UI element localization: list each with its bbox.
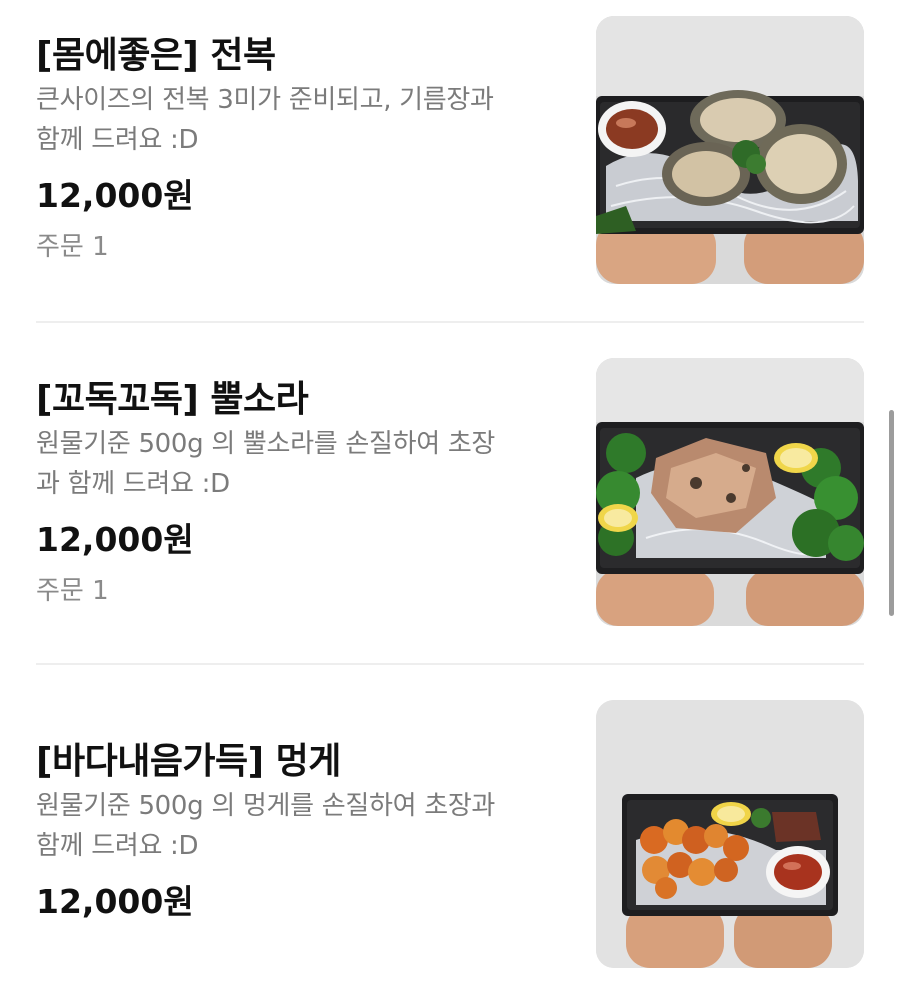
description-line: 원물기준 500g 의 뿔소라를 손질하여 초장: [36, 429, 496, 459]
turban-shell-dish-photo[interactable]: [596, 358, 864, 626]
divider: [36, 321, 864, 323]
menu-item-title: [몸에좋은] 전복: [36, 35, 276, 76]
abalone-dish-photo[interactable]: [596, 16, 864, 284]
description-line: 큰사이즈의 전복 3미가 준비되고, 기름장과: [36, 85, 494, 115]
menu-list: [몸에좋은] 전복 큰사이즈의 전복 3미가 준비되고, 기름장과 함께 드려요…: [0, 0, 900, 1008]
menu-item-text: [바다내음가득] 멍게 원물기준 500g 의 멍게를 손질하여 초장과 함께 …: [36, 738, 566, 926]
menu-item-title: [바다내음가득] 멍게: [36, 741, 341, 782]
menu-item-turban-shell[interactable]: [꼬독꼬독] 뿔소라 원물기준 500g 의 뿔소라를 손질하여 초장 과 함께…: [36, 358, 864, 628]
menu-item-order-count: 주문 1: [36, 232, 109, 262]
sea-squirt-dish-photo[interactable]: [596, 700, 864, 968]
menu-item-sea-squirt[interactable]: [바다내음가득] 멍게 원물기준 500g 의 멍게를 손질하여 초장과 함께 …: [36, 700, 864, 970]
menu-item-price: 12,000원: [36, 520, 194, 559]
menu-item-order-count: 주문 1: [36, 576, 109, 606]
menu-item-price: 12,000원: [36, 882, 194, 921]
menu-item-text: [몸에좋은] 전복 큰사이즈의 전복 3미가 준비되고, 기름장과 함께 드려요…: [36, 32, 566, 266]
menu-item-description: 원물기준 500g 의 뿔소라를 손질하여 초장 과 함께 드려요 :D: [36, 424, 566, 504]
menu-item-price: 12,000원: [36, 176, 194, 215]
abalone-dish-photo-image: [596, 16, 864, 284]
description-line: 함께 드려요 :D: [36, 831, 199, 861]
description-line: 과 함께 드려요 :D: [36, 469, 230, 499]
description-line: 함께 드려요 :D: [36, 125, 199, 155]
divider: [36, 663, 864, 665]
menu-item-description: 큰사이즈의 전복 3미가 준비되고, 기름장과 함께 드려요 :D: [36, 80, 566, 160]
sea-squirt-dish-photo-image: [596, 700, 864, 968]
description-line: 원물기준 500g 의 멍게를 손질하여 초장과: [36, 791, 496, 821]
menu-item-description: 원물기준 500g 의 멍게를 손질하여 초장과 함께 드려요 :D: [36, 786, 566, 866]
menu-item-title: [꼬독꼬독] 뿔소라: [36, 379, 309, 420]
menu-item-abalone[interactable]: [몸에좋은] 전복 큰사이즈의 전복 3미가 준비되고, 기름장과 함께 드려요…: [36, 16, 864, 286]
menu-item-text: [꼬독꼬독] 뿔소라 원물기준 500g 의 뿔소라를 손질하여 초장 과 함께…: [36, 376, 566, 610]
scrollbar[interactable]: [889, 410, 894, 616]
turban-shell-dish-photo-image: [596, 358, 864, 626]
